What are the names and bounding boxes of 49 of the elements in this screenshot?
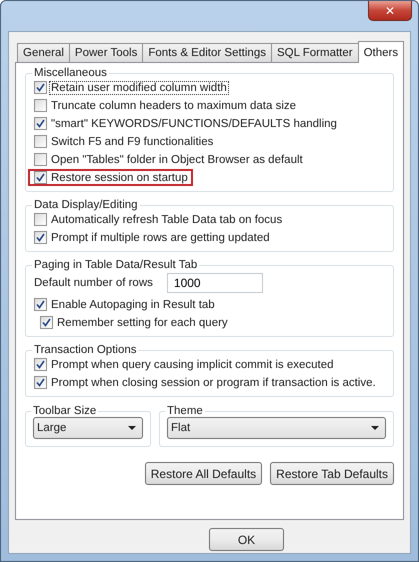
checkbox-label[interactable]: Switch F5 and F9 functionalities bbox=[50, 136, 214, 148]
checkbox-label[interactable]: Remember setting for each query bbox=[56, 316, 229, 328]
group-title: Data Display/Editing bbox=[33, 199, 139, 211]
group-title: Theme bbox=[166, 405, 204, 417]
checkbox[interactable] bbox=[34, 81, 47, 94]
checkbox[interactable] bbox=[34, 213, 47, 226]
check-icon bbox=[36, 233, 45, 242]
checkbox-label[interactable]: Retain user modified column width bbox=[50, 82, 228, 94]
group-title: Miscellaneous bbox=[33, 67, 108, 79]
checkbox-label[interactable]: Restore session on startup bbox=[50, 172, 189, 184]
checkbox-label[interactable]: Enable Autopaging in Result tab bbox=[50, 298, 216, 310]
tab[interactable]: Others bbox=[358, 41, 404, 63]
dropdown-arrow-icon bbox=[128, 426, 136, 430]
tab[interactable]: Power Tools bbox=[68, 43, 144, 62]
checkbox[interactable] bbox=[34, 117, 47, 130]
tab[interactable]: Fonts & Editor Settings bbox=[142, 43, 272, 62]
checkbox-label[interactable]: Prompt if multiple rows are getting updated bbox=[50, 232, 271, 244]
check-icon bbox=[36, 119, 45, 128]
field-label: Default number of rows bbox=[34, 277, 153, 289]
group-title: Paging in Table Data/Result Tab bbox=[33, 259, 198, 271]
checkbox-label[interactable]: Prompt when closing session or program if transaction is active. bbox=[50, 376, 377, 388]
checkbox-label[interactable]: Truncate column headers to maximum data size bbox=[50, 100, 298, 112]
checkbox-label[interactable]: Automatically refresh Table Data tab on focus bbox=[50, 214, 284, 226]
checkbox-label[interactable]: Prompt when query causing implicit commit is executed bbox=[50, 358, 335, 370]
checkbox[interactable] bbox=[34, 358, 47, 371]
checkbox[interactable] bbox=[34, 99, 47, 112]
checkbox[interactable] bbox=[34, 135, 47, 148]
check-icon bbox=[36, 83, 45, 92]
input-field[interactable]: 1000 bbox=[166, 273, 263, 293]
group-title: Transaction Options bbox=[33, 344, 138, 356]
dropdown[interactable]: Flat bbox=[167, 417, 386, 439]
tab[interactable]: General bbox=[17, 43, 70, 62]
checkbox-label[interactable]: "smart" KEYWORDS/FUNCTIONS/DEFAULTS handling bbox=[50, 118, 338, 130]
checkbox[interactable] bbox=[34, 376, 47, 389]
restore-button[interactable]: Restore Tab Defaults bbox=[270, 462, 394, 485]
tab[interactable]: SQL Formatter bbox=[270, 43, 359, 62]
dropdown-arrow-icon bbox=[371, 426, 379, 430]
checkbox[interactable] bbox=[34, 298, 47, 311]
close-button[interactable]: ✕ bbox=[368, 1, 412, 21]
group-title: Toolbar Size bbox=[32, 405, 98, 417]
ok-button[interactable]: OK bbox=[209, 528, 284, 551]
check-icon bbox=[36, 173, 45, 182]
checkbox[interactable] bbox=[34, 171, 47, 184]
checkbox[interactable] bbox=[34, 153, 47, 166]
checkbox[interactable] bbox=[40, 316, 53, 329]
checkbox-label[interactable]: Open "Tables" folder in Object Browser as default bbox=[50, 154, 304, 166]
restore-button[interactable]: Restore All Defaults bbox=[144, 462, 262, 485]
checkbox[interactable] bbox=[34, 231, 47, 244]
dropdown[interactable]: Large bbox=[33, 417, 143, 439]
